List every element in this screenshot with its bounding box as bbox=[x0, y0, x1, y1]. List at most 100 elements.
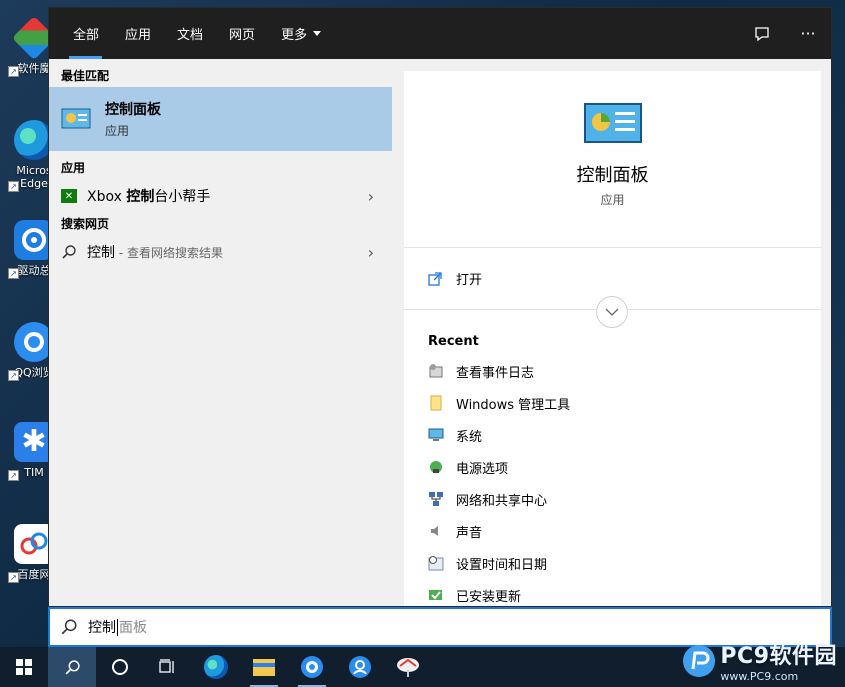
recent-item-label: 系统 bbox=[456, 429, 483, 445]
open-label: 打开 bbox=[456, 273, 483, 288]
search-icon bbox=[62, 245, 76, 259]
xbox-icon: ✕ bbox=[61, 189, 77, 203]
chevron-right-icon: › bbox=[367, 242, 374, 262]
preview-header: 控制面板 应用 bbox=[404, 71, 821, 248]
search-panel: 全部 应用 文档 网页 更多 ··· 最佳匹配 控制面板 应用 应用 ✕ Xbo… bbox=[48, 7, 832, 607]
taskbar: PC9软件园 www.PC9.com bbox=[0, 644, 845, 687]
expand-button[interactable] bbox=[596, 296, 628, 328]
control-panel-large-icon bbox=[583, 103, 642, 143]
tab-all[interactable]: 全部 bbox=[49, 8, 112, 59]
text-cursor bbox=[117, 618, 118, 636]
app-label-match: 控制 bbox=[126, 189, 155, 205]
web-query: 控制 bbox=[87, 245, 115, 261]
recent-item-label: 电源选项 bbox=[456, 461, 509, 477]
recent-item[interactable]: 系统 bbox=[404, 419, 821, 451]
chevron-down-icon bbox=[605, 308, 619, 316]
best-match-subtitle: 应用 bbox=[105, 124, 130, 138]
recent-item[interactable]: 网络和共享中心 bbox=[404, 483, 821, 515]
recent-item[interactable]: 声音 bbox=[404, 515, 821, 547]
recent-item-label: Windows 管理工具 bbox=[456, 397, 571, 413]
feedback-icon bbox=[755, 26, 769, 41]
task-view-icon bbox=[159, 659, 174, 673]
qq-browser-icon bbox=[301, 656, 323, 678]
sound-icon bbox=[431, 526, 438, 536]
search-icon bbox=[65, 659, 80, 674]
web-hint: - 查看网络搜索结果 bbox=[115, 246, 223, 260]
app-result-label: Xbox 控制台小帮手 bbox=[87, 186, 368, 206]
installed-updates-icon bbox=[429, 590, 442, 600]
app-label-pre: Xbox bbox=[87, 189, 127, 205]
app-icon bbox=[397, 658, 419, 677]
date-time-icon bbox=[428, 556, 444, 571]
system-icon bbox=[428, 428, 444, 441]
recent-item[interactable]: Windows 管理工具 bbox=[404, 387, 821, 419]
tab-documents[interactable]: 文档 bbox=[164, 8, 216, 59]
recent-item-label: 已安装更新 bbox=[456, 589, 522, 605]
recent-header: Recent bbox=[428, 334, 479, 349]
pc9-logo-icon bbox=[683, 644, 716, 677]
folder-icon bbox=[430, 395, 442, 411]
open-icon bbox=[428, 271, 442, 286]
search-suggestion-text: 面板 bbox=[119, 620, 147, 636]
web-search-header: 搜索网页 bbox=[61, 217, 110, 231]
app-result-xbox[interactable]: ✕ Xbox 控制台小帮手 › bbox=[49, 179, 392, 213]
watermark-title: PC9软件园 bbox=[720, 644, 837, 669]
event-viewer-icon bbox=[429, 364, 443, 378]
results-list: 最佳匹配 控制面板 应用 应用 ✕ Xbox 控制台小帮手 › 搜索网页 控制 bbox=[49, 59, 392, 606]
shortcut-arrow-icon: ↗ bbox=[8, 572, 19, 583]
watermark-url: www.PC9.com bbox=[720, 670, 799, 683]
taskbar-qq-browser[interactable] bbox=[288, 647, 336, 687]
web-search-label: 控制 - 查看网络搜索结果 bbox=[87, 242, 368, 262]
feedback-button[interactable] bbox=[739, 8, 785, 59]
taskbar-file-explorer[interactable] bbox=[240, 647, 288, 687]
taskbar-search-button[interactable] bbox=[48, 647, 96, 687]
shortcut-arrow-icon: ↗ bbox=[8, 470, 19, 481]
cortana-button[interactable] bbox=[96, 647, 144, 687]
recent-item[interactable]: 电源选项 bbox=[404, 451, 821, 483]
search-input-text: 控制 bbox=[88, 620, 116, 636]
preview-title: 控制面板 bbox=[576, 165, 649, 186]
tab-apps[interactable]: 应用 bbox=[112, 8, 164, 59]
preview-pane: 控制面板 应用 打开 Recent 查看事件日志 Windows 管理工具 系统 bbox=[404, 71, 821, 606]
file-explorer-icon bbox=[253, 659, 275, 676]
control-panel-icon bbox=[61, 108, 91, 129]
recent-item-label: 声音 bbox=[456, 525, 483, 541]
shortcut-arrow-icon: ↗ bbox=[8, 181, 19, 192]
search-icon bbox=[61, 619, 77, 635]
more-options-icon: ··· bbox=[800, 24, 816, 43]
app-label-post: 台小帮手 bbox=[154, 189, 211, 205]
cortana-icon bbox=[112, 659, 128, 675]
more-options-button[interactable]: ··· bbox=[785, 8, 831, 59]
windows-start-icon bbox=[16, 659, 32, 675]
shortcut-arrow-icon: ↗ bbox=[8, 370, 19, 381]
best-match-item[interactable]: 控制面板 应用 bbox=[49, 87, 392, 151]
best-match-header: 最佳匹配 bbox=[61, 69, 110, 83]
taskbar-tim[interactable] bbox=[336, 647, 384, 687]
chevron-right-icon: › bbox=[367, 186, 374, 206]
network-icon bbox=[429, 492, 443, 506]
preview-type: 应用 bbox=[600, 193, 625, 207]
recent-list: 查看事件日志 Windows 管理工具 系统 电源选项 网络和共享中心 声音 设… bbox=[404, 355, 821, 606]
best-match-title: 控制面板 bbox=[105, 102, 161, 118]
taskbar-app[interactable] bbox=[384, 647, 432, 687]
start-button[interactable] bbox=[0, 647, 48, 687]
recent-item-label: 设置时间和日期 bbox=[456, 557, 548, 573]
edge-icon bbox=[204, 655, 228, 679]
taskbar-edge[interactable] bbox=[192, 647, 240, 687]
watermark: PC9软件园 www.PC9.com bbox=[682, 638, 837, 683]
recent-item-label: 网络和共享中心 bbox=[456, 493, 548, 509]
power-options-icon bbox=[430, 461, 442, 473]
tim-icon bbox=[349, 656, 371, 678]
tab-more[interactable]: 更多 bbox=[268, 8, 334, 59]
task-view-button[interactable] bbox=[144, 647, 192, 687]
tab-web[interactable]: 网页 bbox=[216, 8, 268, 59]
apps-header: 应用 bbox=[61, 161, 86, 175]
shortcut-arrow-icon: ↗ bbox=[8, 268, 19, 279]
chevron-down-icon bbox=[313, 31, 322, 36]
recent-item[interactable]: 查看事件日志 bbox=[404, 355, 821, 387]
web-search-result[interactable]: 控制 - 查看网络搜索结果 › bbox=[49, 235, 392, 269]
recent-item[interactable]: 已安装更新 bbox=[404, 579, 821, 606]
recent-item-label: 查看事件日志 bbox=[456, 365, 535, 381]
recent-item[interactable]: 设置时间和日期 bbox=[404, 547, 821, 579]
shortcut-arrow-icon: ↗ bbox=[8, 66, 19, 77]
